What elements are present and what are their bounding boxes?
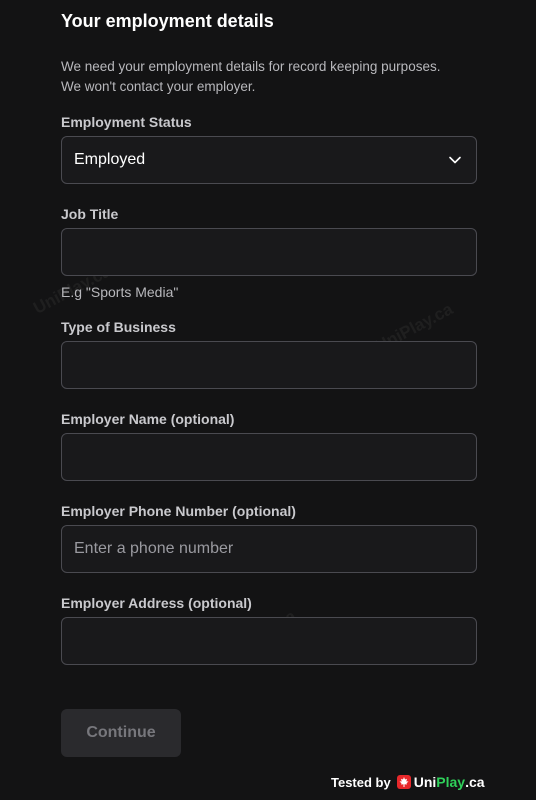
tested-by-badge: Tested by Uni Play .ca: [331, 774, 485, 790]
employer-name-label: Employer Name (optional): [61, 411, 235, 427]
job-title-hint: E.g "Sports Media": [61, 284, 179, 300]
employment-status-value: Employed: [74, 151, 146, 168]
employer-phone-label: Employer Phone Number (optional): [61, 503, 296, 519]
brand-play: Play: [436, 774, 466, 790]
continue-button[interactable]: Continue: [61, 709, 181, 757]
intro-line: We need your employment details for reco…: [61, 59, 441, 74]
chevron-down-icon: [449, 156, 461, 164]
employer-phone-field: [61, 525, 477, 573]
tested-by-label: Tested by: [331, 774, 391, 790]
intro-text: We need your employment details for reco…: [61, 57, 481, 97]
employer-name-field: [61, 433, 477, 481]
type-of-business-input[interactable]: [62, 342, 476, 388]
job-title-label: Job Title: [61, 206, 119, 222]
employment-status-select[interactable]: Employed: [61, 136, 477, 184]
brand-uni: Uni: [413, 774, 437, 790]
employer-address-field: [61, 617, 477, 665]
intro-line: We won't contact your employer.: [61, 79, 256, 94]
job-title-input[interactable]: [62, 229, 476, 275]
employer-phone-input[interactable]: [62, 526, 476, 572]
page-title: Your employment details: [61, 11, 274, 31]
maple-leaf-icon: [396, 775, 411, 789]
employer-address-input[interactable]: [62, 618, 476, 664]
employment-status-label: Employment Status: [61, 114, 192, 130]
employment-details-page: UniPlay.ca UniPlay.ca UniPlay.ca Your em…: [0, 0, 536, 800]
employer-address-label: Employer Address (optional): [61, 595, 252, 611]
job-title-field: [61, 228, 477, 276]
type-of-business-label: Type of Business: [61, 319, 176, 335]
brand-ca: .ca: [465, 774, 485, 790]
employer-name-input[interactable]: [62, 434, 476, 480]
type-of-business-field: [61, 341, 477, 389]
